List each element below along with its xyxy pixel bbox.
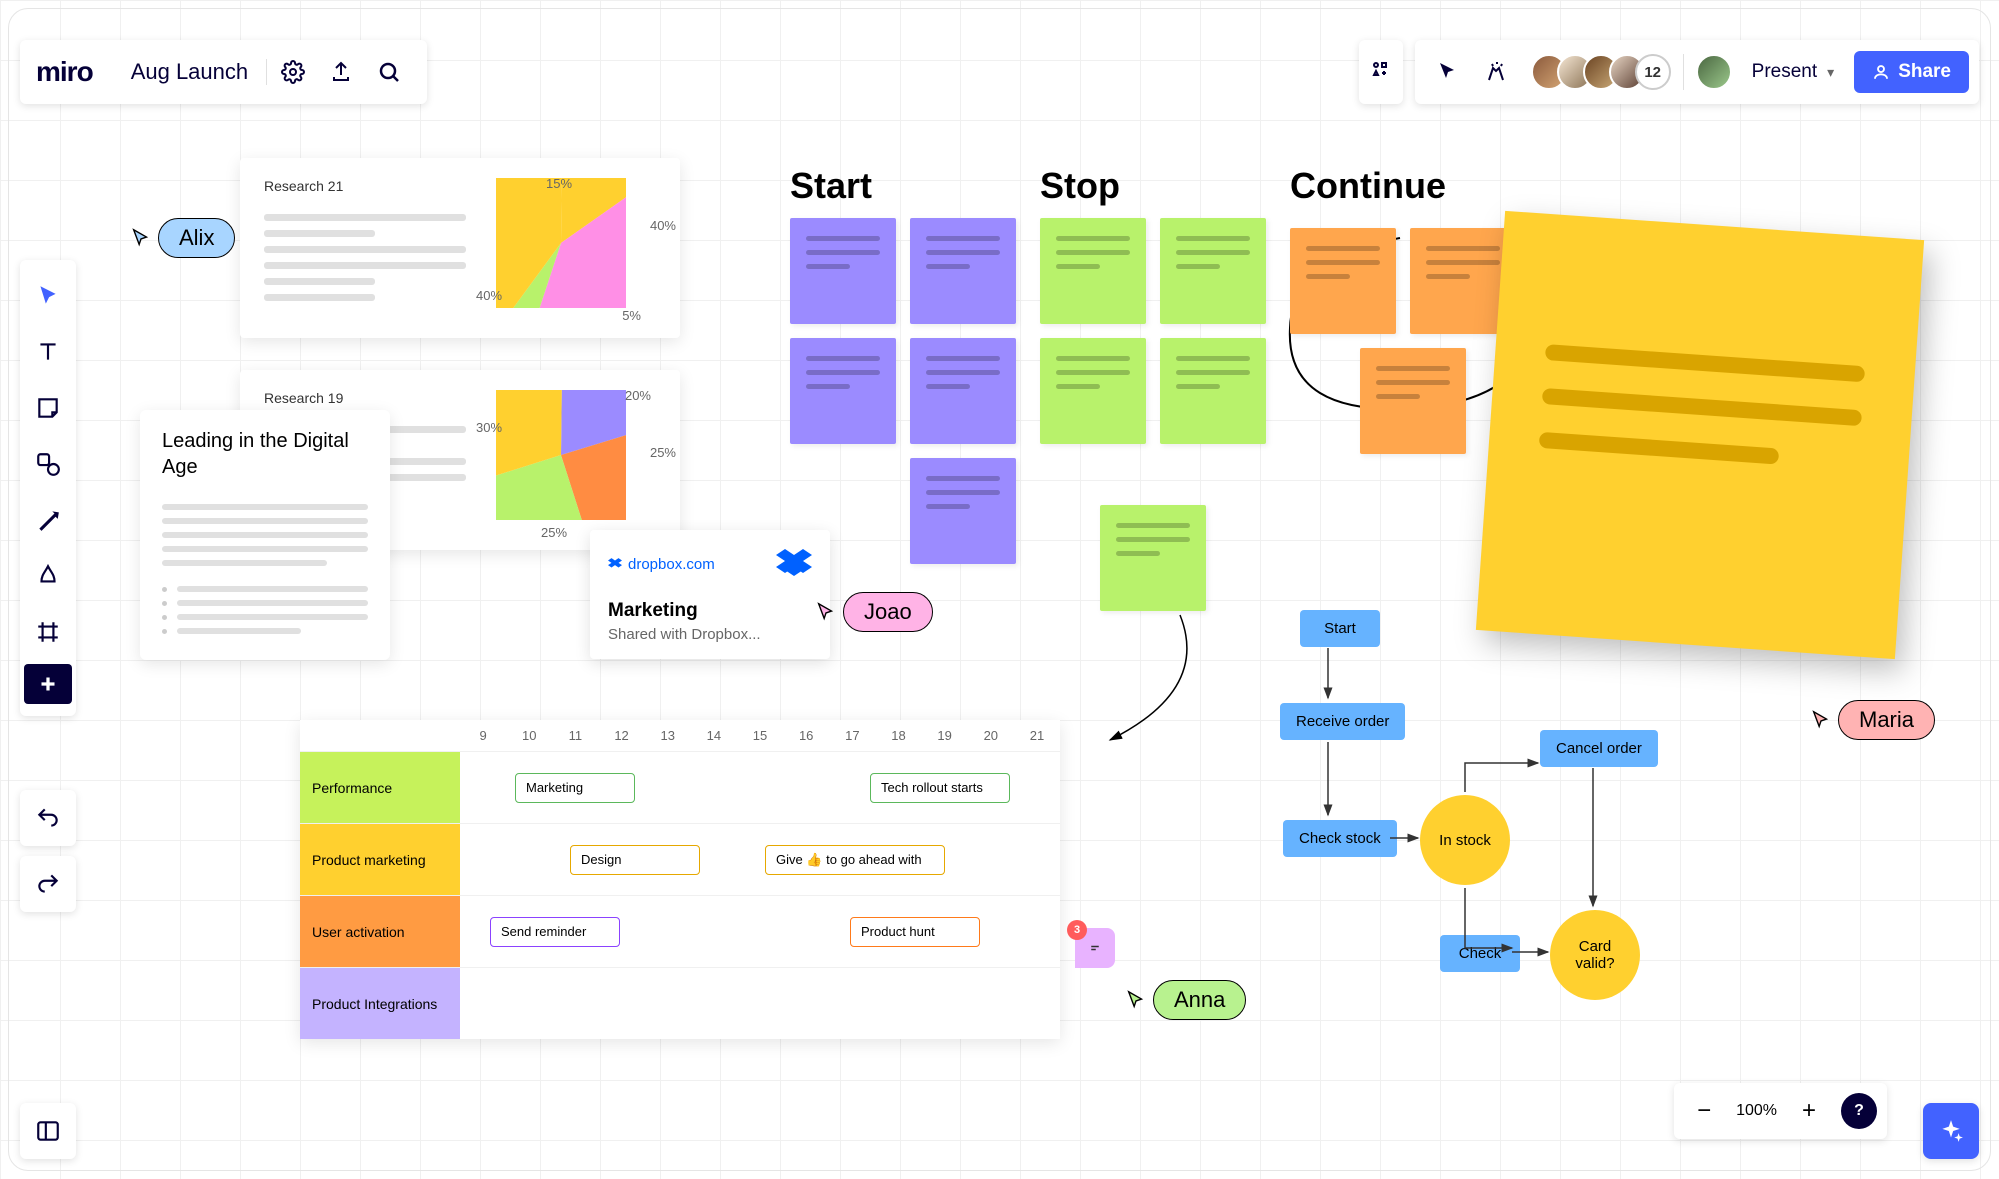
timeline-widget[interactable]: 9 10 11 12 13 14 15 16 17 18 19 20 21 Pe…	[300, 720, 1060, 1039]
user-cursor-alix: Alix	[130, 218, 235, 258]
zoom-level[interactable]: 100%	[1736, 1102, 1777, 1120]
sticky-note[interactable]	[910, 218, 1016, 324]
flow-decision[interactable]: Card valid?	[1550, 910, 1640, 1000]
user-cursor-maria: Maria	[1810, 700, 1935, 740]
redo-button[interactable]	[20, 856, 76, 912]
dropbox-title: Marketing	[608, 600, 812, 622]
frame-tool[interactable]	[20, 604, 76, 660]
timeline-row-label: Product Integrations	[300, 968, 460, 1039]
avatar-overflow-count[interactable]: 12	[1635, 54, 1671, 90]
zoom-out-button[interactable]: −	[1684, 1091, 1724, 1131]
reactions-icon[interactable]	[1475, 50, 1519, 94]
undo-button[interactable]	[20, 790, 76, 846]
card-title: Research 21	[264, 178, 466, 194]
document-card[interactable]: Leading in the Digital Age	[140, 410, 390, 660]
flow-node[interactable]: Cancel order	[1540, 730, 1658, 767]
sticky-note[interactable]	[910, 458, 1016, 564]
cursor-label: Alix	[158, 218, 235, 258]
comment-count-badge: 3	[1067, 920, 1087, 940]
pointer-icon	[1125, 989, 1147, 1011]
pie-chart: 20% 25% 25% 30%	[496, 390, 656, 530]
timeline-bar[interactable]: Tech rollout starts	[870, 773, 1010, 803]
zoom-controls: − 100% + ?	[1674, 1083, 1887, 1139]
select-tool[interactable]	[20, 268, 76, 324]
flow-node[interactable]: Check stock	[1283, 820, 1397, 857]
user-cursor-anna: Anna	[1125, 980, 1246, 1020]
search-icon[interactable]	[367, 50, 411, 94]
current-user-avatar[interactable]	[1696, 54, 1732, 90]
sticky-note[interactable]	[790, 338, 896, 444]
present-button[interactable]: Present ▾	[1738, 61, 1849, 83]
pointer-icon	[1810, 709, 1832, 731]
dropbox-subtitle: Shared with Dropbox...	[608, 626, 812, 643]
sticky-note-tool[interactable]	[20, 380, 76, 436]
research-card[interactable]: Research 21 15% 40% 5% 40%	[240, 158, 680, 338]
timeline-row-label: Performance	[300, 752, 460, 823]
cursor-label: Anna	[1153, 980, 1246, 1020]
sticky-note[interactable]	[1040, 338, 1146, 444]
pen-tool[interactable]	[20, 548, 76, 604]
document-title: Leading in the Digital Age	[162, 428, 368, 480]
pointer-icon	[815, 601, 837, 623]
cursor-label: Maria	[1838, 700, 1935, 740]
comment-icon[interactable]: 3	[1075, 928, 1115, 968]
timeline-bar[interactable]: Send reminder	[490, 917, 620, 947]
dropbox-icon	[776, 546, 812, 582]
sticky-note[interactable]	[910, 338, 1016, 444]
more-tools-button[interactable]	[24, 664, 72, 704]
dropbox-url: dropbox.com	[608, 556, 715, 573]
zoom-in-button[interactable]: +	[1789, 1091, 1829, 1131]
sticky-note[interactable]	[1040, 218, 1146, 324]
sticky-note-large[interactable]	[1476, 211, 1924, 659]
text-tool[interactable]	[20, 324, 76, 380]
board-title[interactable]: Aug Launch	[113, 59, 267, 85]
chevron-down-icon: ▾	[1827, 64, 1834, 81]
timeline-bar[interactable]: Marketing	[515, 773, 635, 803]
column-heading-continue: Continue	[1290, 165, 1446, 207]
column-heading-start: Start	[790, 165, 872, 207]
share-label: Share	[1898, 61, 1951, 83]
sticky-note[interactable]	[1360, 348, 1466, 454]
timeline-bar[interactable]: Give 👍 to go ahead with	[765, 845, 945, 875]
flow-node[interactable]: Check	[1440, 935, 1520, 972]
export-icon[interactable]	[319, 50, 363, 94]
gear-icon[interactable]	[271, 50, 315, 94]
flow-decision[interactable]: In stock	[1420, 795, 1510, 885]
pointer-icon	[130, 227, 152, 249]
logo[interactable]: miro	[36, 56, 109, 88]
flow-node[interactable]: Receive order	[1280, 703, 1405, 740]
timeline-bar[interactable]: Product hunt	[850, 917, 980, 947]
share-button[interactable]: Share	[1854, 51, 1969, 93]
collaboration-cluster: 12 Present ▾ Share	[1415, 40, 1979, 104]
header-left-cluster: miro Aug Launch	[20, 40, 427, 104]
sticky-note[interactable]	[1100, 505, 1206, 611]
present-label: Present	[1752, 61, 1817, 83]
sticky-note[interactable]	[1290, 228, 1396, 334]
apps-button[interactable]	[1359, 40, 1403, 104]
flow-node-start[interactable]: Start	[1300, 610, 1380, 647]
dropbox-card[interactable]: dropbox.com Marketing Shared with Dropbo…	[590, 530, 830, 659]
shape-tool[interactable]	[20, 436, 76, 492]
sticky-note[interactable]	[1160, 338, 1266, 444]
panels-button[interactable]	[20, 1103, 76, 1159]
user-cursor-joao: Joao	[815, 592, 933, 632]
timeline-row-label: User activation	[300, 896, 460, 967]
sticky-note[interactable]	[790, 218, 896, 324]
pie-chart: 15% 40% 5% 40%	[496, 178, 656, 318]
cursor-icon[interactable]	[1425, 50, 1469, 94]
ai-button[interactable]	[1923, 1103, 1979, 1159]
sticky-note[interactable]	[1160, 218, 1266, 324]
help-button[interactable]: ?	[1841, 1093, 1877, 1129]
timeline-bar[interactable]: Design	[570, 845, 700, 875]
connector-tool[interactable]	[20, 492, 76, 548]
timeline-row-label: Product marketing	[300, 824, 460, 895]
header-right-cluster: 12 Present ▾ Share	[1359, 40, 1979, 104]
cursor-label: Joao	[843, 592, 933, 632]
card-title: Research 19	[264, 390, 466, 406]
toolbar	[20, 260, 76, 716]
column-heading-stop: Stop	[1040, 165, 1120, 207]
